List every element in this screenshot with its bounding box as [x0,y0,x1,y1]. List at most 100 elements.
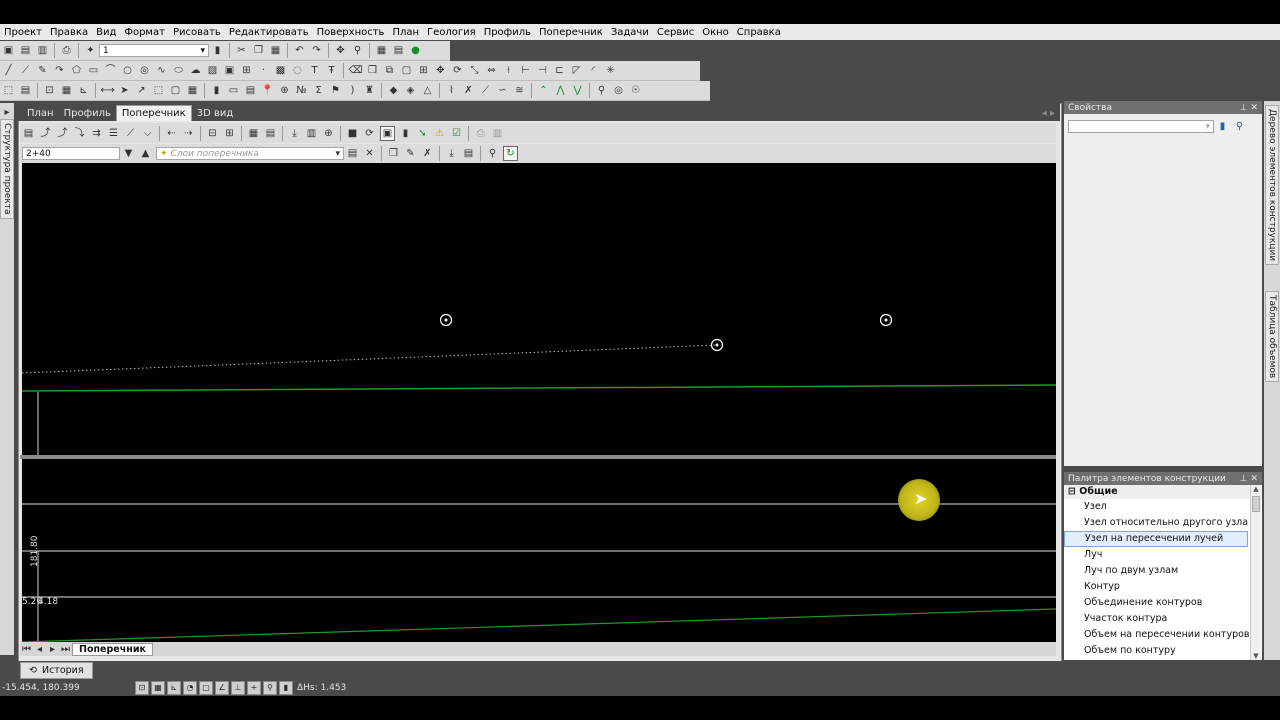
warning-icon[interactable]: ⚠ [433,127,446,140]
cloud-icon[interactable]: ☁ [189,64,202,77]
globe-icon[interactable]: ● [409,44,422,57]
flag-icon[interactable]: ⚑ [329,84,342,97]
ortho-icon[interactable]: ⊾ [77,84,90,97]
palette-item[interactable]: Контур [1064,579,1262,595]
palette-scrollbar[interactable]: ▲ ▼ [1250,485,1261,660]
layer-remove-icon[interactable]: ✕ [363,147,376,160]
panel-icon[interactable]: ▮ [399,127,412,140]
stretch-icon[interactable]: ⇔ [485,64,498,77]
slope-tool-icon[interactable]: ⟋ [124,127,137,140]
block-icon[interactable]: ⊞ [240,64,253,77]
node-marker[interactable] [710,338,724,352]
menu-edit[interactable]: Правка [46,27,92,38]
scroll-thumb[interactable] [1252,496,1260,512]
frame-icon[interactable]: ▢ [169,84,182,97]
station-field[interactable]: 2+40 [22,147,120,160]
snap-toggle-icon[interactable]: ⊡ [135,680,149,695]
section-layers-combo[interactable]: ✦ Слои поперечника ▾ [156,147,344,160]
clipboard-icon[interactable]: ▦ [247,127,260,140]
tab-volumes-table[interactable]: Таблица объемов [1265,291,1279,383]
leader-icon[interactable]: ↗ [135,84,148,97]
last-sheet-icon[interactable]: ⏭ [61,643,70,656]
align-icon[interactable]: ⇉ [90,127,103,140]
layer-add-icon[interactable]: ▤ [346,147,359,160]
circle-icon[interactable]: ○ [121,64,134,77]
palette-group[interactable]: ⊟ Общие [1064,485,1262,499]
break-line-icon[interactable]: ⌇ [445,84,458,97]
tab-construction-tree[interactable]: Дерево элементов конструкции [1265,105,1279,266]
collapse-icon[interactable]: ⊟ [1068,486,1076,497]
polyline-icon[interactable]: ⟋ [19,64,32,77]
zoom-toggle-icon[interactable]: ⚲ [263,680,277,695]
grid-toggle-icon[interactable]: ▦ [151,680,165,695]
previous-sheet-icon[interactable]: ◂ [35,643,44,656]
menu-project[interactable]: Проект [0,27,46,38]
sync-icon[interactable]: ↻ [503,146,518,161]
scroll-down-icon[interactable]: ▼ [1251,652,1261,660]
copy-section-icon[interactable]: ❐ [387,147,400,160]
break-icon[interactable]: ⊣ [536,64,549,77]
node-down-icon[interactable]: ⤵ [73,127,86,140]
refresh-icon[interactable]: ⟳ [363,127,376,140]
node-marker[interactable] [439,313,453,327]
ditch-icon[interactable]: ⌵ [141,127,154,140]
surface-layers-icon[interactable]: ◈ [404,84,417,97]
menu-service[interactable]: Сервис [653,27,698,38]
palette-item[interactable]: Узел относительно другого узла [1064,515,1262,531]
offset-icon[interactable]: ▢ [400,64,413,77]
inspect-icon[interactable]: ☉ [629,84,642,97]
menu-view[interactable]: Вид [92,27,120,38]
chamfer-icon[interactable]: ◸ [570,64,583,77]
section-table-view[interactable]: 181.80 5.26 4.18 ➤ [21,459,1057,643]
filter-icon[interactable]: ⚲ [486,147,499,160]
next-station-icon[interactable]: ▲ [139,147,152,160]
pan-icon[interactable]: ✥ [334,44,347,57]
table-icon[interactable]: ▦ [375,44,388,57]
save-icon[interactable]: ▥ [36,44,49,57]
copy-icon[interactable]: ❐ [252,44,265,57]
arc-arrow-icon[interactable]: ↷ [53,64,66,77]
template-edit-icon[interactable]: ⊞ [223,127,236,140]
menu-geology[interactable]: Геология [423,27,480,38]
green-arrow-icon[interactable]: ➘ [416,127,429,140]
sum-icon[interactable]: Σ [312,84,325,97]
menu-tasks[interactable]: Задачи [607,27,653,38]
hatch-icon[interactable]: ▧ [206,64,219,77]
dimension-icon[interactable]: ⟷ [100,84,114,97]
pin-icon[interactable]: 📍 [261,84,274,97]
tab-plan[interactable]: План [22,106,59,121]
report-icon[interactable]: ▤ [392,44,405,57]
object-selector-combo[interactable]: ▾ [1068,120,1214,133]
import-icon[interactable]: ⤓ [445,147,458,160]
valley-icon[interactable]: ⋁ [571,84,584,97]
pencil-icon[interactable]: ✎ [36,64,49,77]
layer-combo[interactable]: 1 ▾ [99,44,209,57]
trim-icon[interactable]: ⟊ [502,64,515,77]
ellipse-icon[interactable]: ⬭ [172,64,185,77]
menu-plan[interactable]: План [388,27,423,38]
delete-section-icon[interactable]: ✗ [421,147,434,160]
menu-format[interactable]: Формат [120,27,169,38]
node-marker[interactable] [879,313,893,327]
angle-toggle-icon[interactable]: ∠ [215,680,229,695]
pin-icon[interactable]: ⊥ [1240,103,1248,113]
section-view-icon[interactable]: ◎ [612,84,625,97]
check-icon[interactable]: ☑ [450,127,463,140]
layer-properties-icon[interactable]: ▮ [211,44,224,57]
add-node-icon[interactable]: ⤴ [39,127,52,140]
menu-modify[interactable]: Редактировать [225,27,313,38]
undo-icon[interactable]: ↶ [293,44,306,57]
document-icon[interactable]: ▤ [264,127,277,140]
tab-profile[interactable]: Профиль [59,106,116,121]
spline-icon[interactable]: ∿ [155,64,168,77]
section-settings-icon[interactable]: ▤ [22,127,35,140]
offset-left-icon[interactable]: ⇠ [165,127,178,140]
text-icon[interactable]: T [308,64,321,77]
close-icon[interactable]: ✕ [1250,103,1258,113]
polygon-icon[interactable]: ⬠ [70,64,83,77]
layers-icon[interactable]: ▥ [305,127,318,140]
print-preview-icon[interactable]: ⎙ [474,127,487,140]
book-icon[interactable]: ▮ [210,84,223,97]
print-icon[interactable]: ⎙ [60,44,73,57]
array-icon[interactable]: ⊞ [417,64,430,77]
